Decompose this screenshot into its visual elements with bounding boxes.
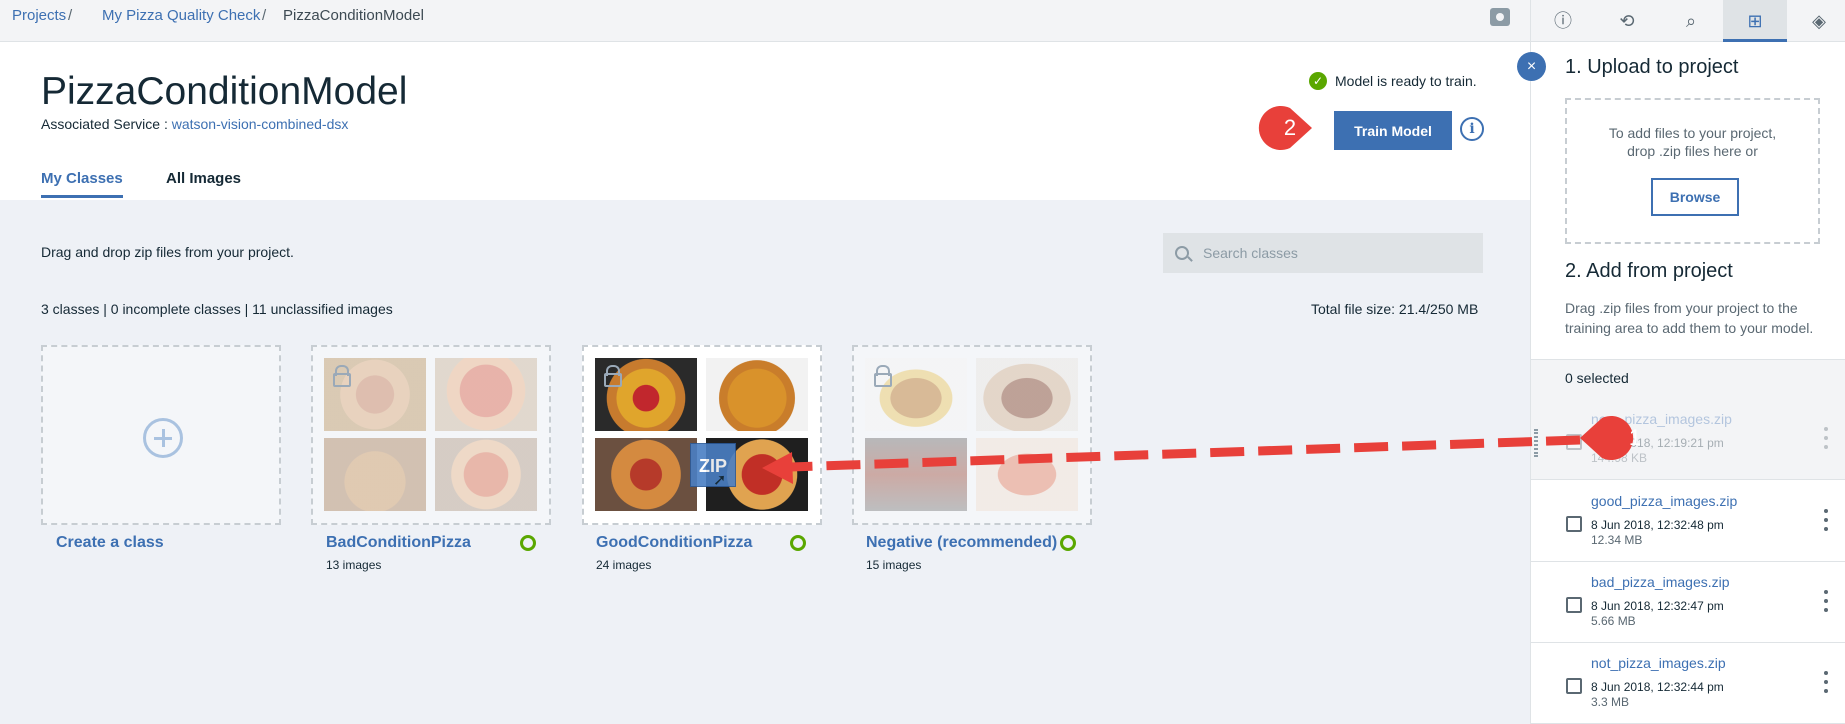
info-icon[interactable]: ⓘ: [1531, 0, 1595, 42]
file-date: 8 Jun 2018, 12:32:44 pm: [1591, 680, 1724, 694]
breadcrumb-projects[interactable]: Projects: [12, 7, 66, 24]
class-count-good-pizza: 24 images: [596, 558, 652, 572]
file-checkbox[interactable]: [1566, 597, 1582, 613]
overflow-menu-icon[interactable]: [1824, 671, 1828, 693]
find-replace-icon[interactable]: ⌕: [1659, 0, 1723, 42]
class-name-negative[interactable]: Negative (recommended): [866, 534, 1057, 552]
selection-count: 0 selected: [1531, 359, 1845, 399]
complete-status-icon: [520, 535, 536, 551]
food-thumbnail: [976, 358, 1078, 431]
file-item[interactable]: not_pizza_images.zip 8 Jun 2018, 12:32:4…: [1531, 643, 1845, 724]
dropzone-text: To add files to your project, drop .zip …: [1608, 125, 1777, 159]
search-classes[interactable]: [1163, 233, 1483, 273]
tab-all-images[interactable]: All Images: [166, 170, 241, 195]
page-title: PizzaConditionModel: [41, 70, 408, 113]
ready-status: ✓ Model is ready to train.: [1309, 72, 1477, 90]
associated-service-label: Associated Service :: [41, 116, 172, 132]
tab-my-classes[interactable]: My Classes: [41, 170, 123, 198]
pizza-thumbnail: [706, 358, 808, 431]
compass-icon[interactable]: ◈: [1787, 0, 1845, 42]
camera-icon[interactable]: [1490, 8, 1510, 26]
file-checkbox[interactable]: [1566, 434, 1582, 450]
breadcrumb-separator: /: [262, 7, 267, 24]
panel-toolbar: ⓘ ⟲ ⌕ ⊞ ◈: [1531, 0, 1845, 42]
file-date: 8 Jun 2018, 12:32:47 pm: [1591, 599, 1724, 613]
class-name-good-pizza[interactable]: GoodConditionPizza: [596, 534, 752, 552]
class-count-bad-pizza: 13 images: [326, 558, 382, 572]
class-card-good-pizza[interactable]: [582, 345, 822, 525]
pizza-thumbnail: [435, 438, 537, 511]
add-description: Drag .zip files from your project to the…: [1565, 300, 1814, 336]
browse-button[interactable]: Browse: [1651, 178, 1739, 216]
cursor-icon: ➚: [713, 472, 727, 489]
class-stats: 3 classes | 0 incomplete classes | 11 un…: [41, 301, 393, 317]
pizza-thumbnail: [324, 438, 426, 511]
train-model-button[interactable]: Train Model: [1334, 111, 1452, 150]
create-class-label[interactable]: Create a class: [56, 534, 164, 552]
class-name-bad-pizza[interactable]: BadConditionPizza: [326, 534, 471, 552]
file-item[interactable]: new_pizza_images.zip 8 Jun 2018, 12:19:2…: [1531, 399, 1845, 480]
breadcrumb-project[interactable]: My Pizza Quality Check: [102, 7, 260, 24]
history-icon[interactable]: ⟲: [1595, 0, 1659, 42]
file-name[interactable]: not_pizza_images.zip: [1591, 655, 1791, 671]
search-input[interactable]: [1203, 245, 1473, 261]
ready-status-text: Model is ready to train.: [1335, 73, 1477, 89]
file-item[interactable]: good_pizza_images.zip 8 Jun 2018, 12:32:…: [1531, 481, 1845, 562]
file-item[interactable]: bad_pizza_images.zip 8 Jun 2018, 12:32:4…: [1531, 562, 1845, 643]
total-file-size: Total file size: 21.4/250 MB: [1311, 301, 1479, 317]
drag-instructions: Drag and drop zip files from your projec…: [41, 244, 294, 260]
class-card-negative[interactable]: [852, 345, 1092, 525]
breadcrumb: Projects / My Pizza Quality Check / Pizz…: [0, 0, 1530, 42]
associated-service: Associated Service : watson-vision-combi…: [41, 116, 348, 132]
lock-icon: [333, 365, 351, 387]
drag-handle-icon[interactable]: [1534, 429, 1538, 457]
assets-panel: ⓘ ⟲ ⌕ ⊞ ◈ 1. Upload to project To add fi…: [1530, 0, 1845, 724]
upload-title: 1. Upload to project: [1565, 56, 1739, 78]
info-icon[interactable]: i: [1460, 117, 1484, 141]
file-size: 3.3 MB: [1591, 695, 1630, 709]
step-1-label: 1: [1628, 425, 1642, 450]
lock-icon: [874, 365, 892, 387]
add-circle-icon: [143, 418, 183, 458]
add-title: 2. Add from project: [1565, 260, 1733, 282]
data-icon[interactable]: ⊞: [1723, 0, 1787, 42]
class-count-negative: 15 images: [866, 558, 922, 572]
overflow-menu-icon[interactable]: [1824, 590, 1828, 612]
search-icon: [1175, 246, 1189, 260]
class-card-bad-pizza[interactable]: [311, 345, 551, 525]
pizza-thumbnail: [435, 358, 537, 431]
breadcrumb-current: PizzaConditionModel: [283, 7, 424, 24]
file-size: 12.34 MB: [1591, 533, 1643, 547]
overflow-menu-icon[interactable]: [1824, 427, 1828, 449]
file-checkbox[interactable]: [1566, 516, 1582, 532]
file-dropzone[interactable]: To add files to your project, drop .zip …: [1565, 98, 1820, 244]
file-checkbox[interactable]: [1566, 678, 1582, 694]
file-size: 5.66 MB: [1591, 614, 1636, 628]
file-date: 8 Jun 2018, 12:32:48 pm: [1591, 518, 1724, 532]
selected-count-text: 0 selected: [1565, 370, 1629, 386]
file-name[interactable]: good_pizza_images.zip: [1591, 493, 1791, 509]
lock-icon: [604, 365, 622, 387]
food-thumbnail: [976, 438, 1078, 511]
pizza-thumbnail: [595, 438, 697, 511]
complete-status-icon: [790, 535, 806, 551]
associated-service-link[interactable]: watson-vision-combined-dsx: [172, 116, 349, 132]
overflow-menu-icon[interactable]: [1824, 509, 1828, 531]
step-2-label: 2: [1283, 115, 1297, 140]
breadcrumb-separator: /: [68, 7, 73, 24]
create-class-card[interactable]: [41, 345, 281, 525]
close-icon[interactable]: ×: [1517, 52, 1546, 81]
file-name[interactable]: bad_pizza_images.zip: [1591, 574, 1791, 590]
food-thumbnail: [865, 438, 967, 511]
checkmark-icon: ✓: [1309, 72, 1327, 90]
complete-status-icon: [1060, 535, 1076, 551]
